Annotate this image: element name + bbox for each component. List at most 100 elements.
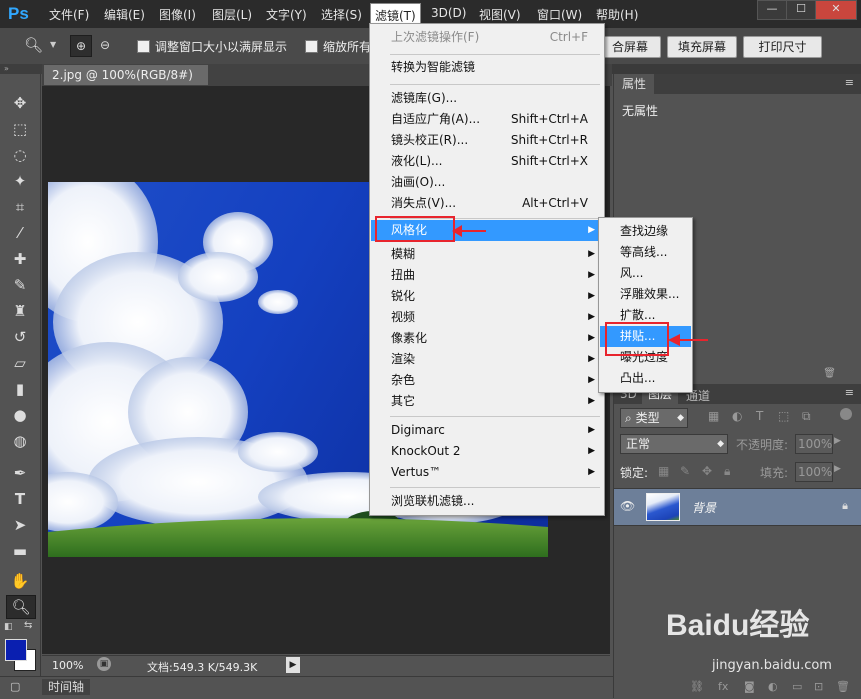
layer-name[interactable]: 背景 (692, 499, 716, 516)
menu-lens-correction[interactable]: 镜头校正(R)... Shift+Ctrl+R (371, 130, 603, 151)
panel-menu-icon[interactable]: ≡ (845, 76, 854, 89)
zoom-in-icon[interactable]: ⊕ (70, 35, 92, 57)
adjustment-layer-icon[interactable]: ◐ (768, 680, 778, 693)
lock-pixels-icon[interactable]: ✎ (680, 464, 690, 478)
new-group-icon[interactable]: ▭ (792, 680, 802, 693)
menu-blur[interactable]: 模糊 ▶ (371, 244, 603, 265)
zoom-level[interactable]: 100% (52, 659, 83, 672)
link-layers-icon[interactable]: ⛓ (690, 680, 704, 693)
toolbox-collapse-icon[interactable]: » (0, 64, 44, 74)
timeline-tab[interactable]: 时间轴 (42, 679, 91, 695)
clone-stamp-tool-icon[interactable]: ♜ (6, 300, 34, 322)
visibility-eye-icon[interactable]: 👁︎ (620, 499, 635, 513)
zoom-out-icon[interactable]: ⊖ (95, 35, 115, 55)
filter-adjustment-icon[interactable]: ◐ (732, 409, 742, 423)
maximize-button[interactable]: ☐ (786, 0, 816, 20)
lock-all-icon[interactable]: 🔒︎ (724, 464, 730, 479)
menu-layer[interactable]: 图层(L) (212, 6, 252, 23)
opacity-chevron-icon[interactable]: ▶ (834, 436, 841, 446)
fill-input[interactable]: 100% (795, 462, 833, 482)
layer-filter-select[interactable]: ⌕ 类型 ◆ (620, 408, 688, 428)
properties-tab[interactable]: 属性 (614, 74, 655, 94)
delete-layer-icon[interactable]: 🗑 (836, 680, 850, 693)
lasso-tool-icon[interactable]: ◌ (6, 144, 34, 166)
add-mask-icon[interactable]: ◙ (744, 680, 755, 693)
fill-chevron-icon[interactable]: ▶ (834, 464, 841, 474)
print-size-button[interactable]: 打印尺寸 (743, 36, 822, 58)
brush-tool-icon[interactable]: ✎ (6, 274, 34, 296)
menu-window[interactable]: 窗口(W) (537, 6, 582, 23)
zoom-tool-icon[interactable]: 🔍︎ (24, 36, 43, 54)
zoom-all-checkbox[interactable] (305, 40, 318, 53)
marquee-tool-icon[interactable]: ⬚ (6, 118, 34, 140)
lock-position-icon[interactable]: ✥ (702, 464, 712, 478)
status-menu-arrow-icon[interactable]: ▶ (286, 657, 300, 673)
filter-shape-icon[interactable]: ⬚ (778, 409, 789, 423)
layer-style-icon[interactable]: fx (718, 680, 728, 693)
menu-file[interactable]: 文件(F) (49, 6, 89, 23)
menu-edit[interactable]: 编辑(E) (104, 6, 145, 23)
menu-noise[interactable]: 杂色 ▶ (371, 370, 603, 391)
eraser-tool-icon[interactable]: ▱ (6, 352, 34, 374)
timeline-expand-icon[interactable]: ▢ (10, 680, 20, 693)
blur-tool-icon[interactable]: ● (6, 404, 34, 426)
swap-colors-icon[interactable]: ⇆ (24, 620, 32, 631)
pen-tool-icon[interactable]: ✒ (6, 462, 34, 484)
submenu-emboss[interactable]: 浮雕效果... (600, 284, 691, 305)
menu-convert-smart-filters[interactable]: 转换为智能滤镜 (371, 57, 603, 78)
zoom-tool-button-icon[interactable]: 🔍︎ (6, 595, 36, 619)
menu-vertus[interactable]: Vertus™ ▶ (371, 462, 603, 483)
menu-type[interactable]: 文字(Y) (266, 6, 307, 23)
submenu-trace-contour[interactable]: 等高线... (600, 242, 691, 263)
opacity-input[interactable]: 100% (795, 434, 833, 454)
hand-tool-icon[interactable]: ✋ (6, 570, 34, 592)
menu-oil-paint[interactable]: 油画(O)... (371, 172, 603, 193)
fit-screen-button[interactable]: 合屏幕 (600, 36, 661, 58)
menu-filter-gallery[interactable]: 滤镜库(G)... (371, 88, 603, 109)
foreground-color-swatch[interactable] (5, 639, 27, 661)
menu-last-filter[interactable]: 上次滤镜操作(F) Ctrl+F (371, 27, 603, 48)
menu-render[interactable]: 渲染 ▶ (371, 349, 603, 370)
menu-browse-filters-online[interactable]: 浏览联机滤镜... (371, 491, 603, 512)
menu-help[interactable]: 帮助(H) (596, 6, 638, 23)
resize-windows-checkbox[interactable] (137, 40, 150, 53)
blend-mode-select[interactable]: 正常 ◆ (620, 434, 728, 454)
magic-wand-tool-icon[interactable]: ✦ (6, 170, 34, 192)
move-tool-icon[interactable]: ✥ (6, 92, 34, 114)
filter-type-icon[interactable]: T (756, 409, 763, 423)
menu-image[interactable]: 图像(I) (159, 6, 196, 23)
submenu-find-edges[interactable]: 查找边缘 (600, 221, 691, 242)
menu-knockout[interactable]: KnockOut 2 ▶ (371, 441, 603, 462)
healing-brush-tool-icon[interactable]: ✚ (6, 248, 34, 270)
lock-transparent-icon[interactable]: ▦ (658, 464, 669, 478)
minimize-button[interactable]: — (757, 0, 787, 20)
menu-other[interactable]: 其它 ▶ (371, 391, 603, 412)
menu-liquify[interactable]: 液化(L)... Shift+Ctrl+X (371, 151, 603, 172)
document-tab[interactable]: 2.jpg @ 100%(RGB/8#) ✕ (44, 65, 208, 102)
layers-panel-menu-icon[interactable]: ≡ (845, 386, 854, 399)
submenu-extrude[interactable]: 凸出... (600, 368, 691, 389)
submenu-wind[interactable]: 风... (600, 263, 691, 284)
layer-row[interactable]: 👁︎ 背景 🔒︎ (614, 488, 861, 526)
properties-delete-icon[interactable]: 🗑 (823, 368, 836, 379)
new-layer-icon[interactable]: ⊡ (814, 680, 823, 693)
menu-sharpen[interactable]: 锐化 ▶ (371, 286, 603, 307)
history-brush-tool-icon[interactable]: ↺ (6, 326, 34, 348)
filter-toggle-icon[interactable] (840, 408, 852, 420)
close-window-button[interactable]: ✕ (815, 0, 857, 20)
menu-video[interactable]: 视频 ▶ (371, 307, 603, 328)
fill-screen-button[interactable]: 填充屏幕 (667, 36, 737, 58)
path-selection-tool-icon[interactable]: ➤ (6, 514, 34, 536)
menu-3d[interactable]: 3D(D) (431, 6, 466, 20)
menu-vanishing-point[interactable]: 消失点(V)... Alt+Ctrl+V (371, 193, 603, 214)
menu-distort[interactable]: 扭曲 ▶ (371, 265, 603, 286)
menu-adaptive-wide-angle[interactable]: 自适应广角(A)... Shift+Ctrl+A (371, 109, 603, 130)
dodge-tool-icon[interactable]: ◍ (6, 430, 34, 452)
crop-tool-icon[interactable]: ⌗ (6, 196, 34, 218)
menu-pixelate[interactable]: 像素化 ▶ (371, 328, 603, 349)
eyedropper-tool-icon[interactable]: ⁄ (6, 222, 34, 244)
gradient-tool-icon[interactable]: ▮ (6, 378, 34, 400)
default-colors-icon[interactable]: ◧ (4, 622, 13, 632)
filter-pixel-icon[interactable]: ▦ (708, 409, 719, 423)
tool-preset-chevron-icon[interactable]: ▼ (50, 40, 56, 49)
